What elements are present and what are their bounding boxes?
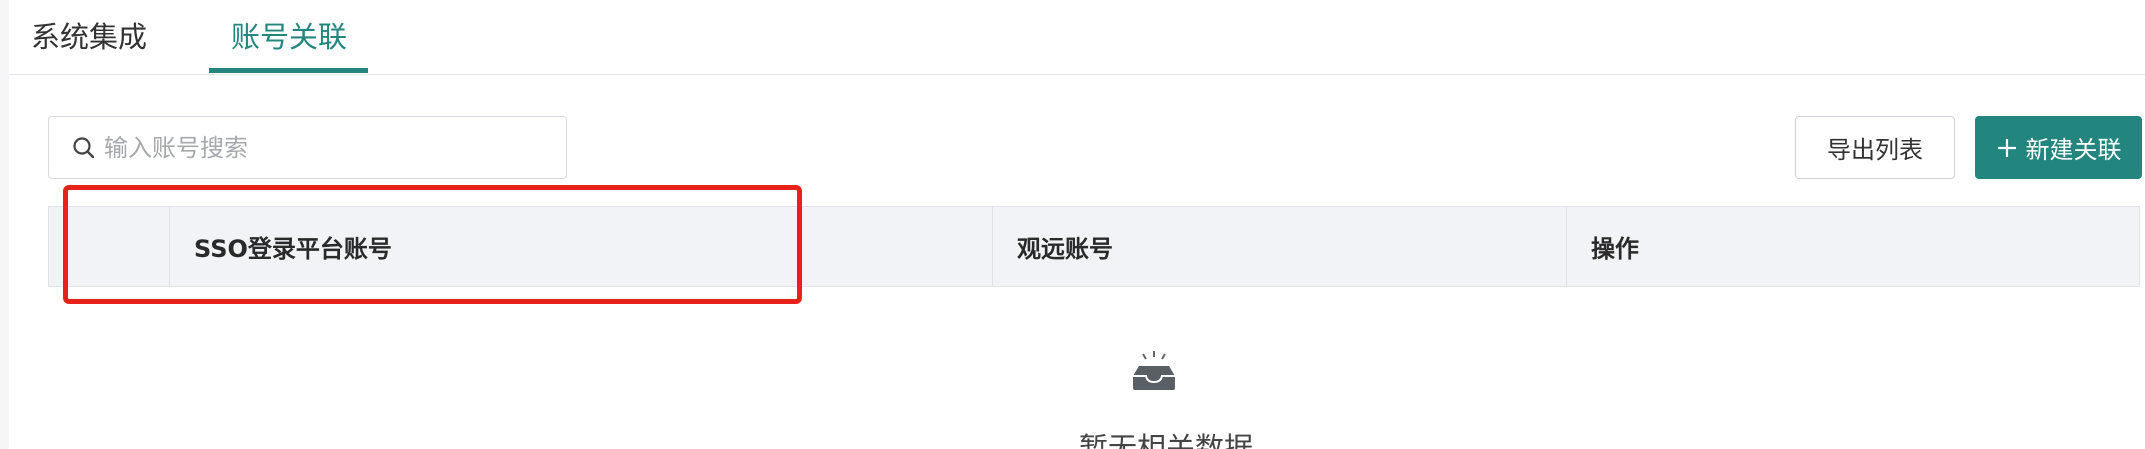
column-header-actions: 操作	[1591, 235, 1639, 263]
column-divider	[1566, 207, 1567, 286]
search-icon	[73, 137, 95, 159]
tab-bar: 系统集成 账号关联	[9, 0, 2145, 75]
search-box[interactable]	[48, 116, 567, 179]
column-divider	[992, 207, 993, 286]
page: 系统集成 账号关联 导出列表 新建关联 SSO登录平台账号 观远账号 操作 暂无…	[0, 0, 2145, 449]
tab-system-integration[interactable]: 系统集成	[31, 17, 147, 57]
search-input[interactable]	[104, 123, 554, 173]
tab-account-association[interactable]: 账号关联	[231, 17, 347, 57]
table-header: SSO登录平台账号 观远账号 操作	[48, 206, 2140, 287]
export-list-button[interactable]: 导出列表	[1795, 116, 1955, 179]
left-strip	[0, 0, 9, 449]
new-association-label: 新建关联	[2025, 136, 2122, 164]
column-divider	[169, 207, 170, 286]
plus-icon	[1997, 138, 2016, 157]
empty-inbox-icon	[1133, 351, 1175, 390]
empty-state-text: 暂无相关数据	[1078, 431, 1253, 449]
column-header-guanyuan-account: 观远账号	[1017, 235, 1113, 263]
new-association-button[interactable]: 新建关联	[1975, 116, 2142, 179]
active-tab-indicator	[209, 68, 368, 73]
column-header-sso-account: SSO登录平台账号	[194, 235, 392, 263]
